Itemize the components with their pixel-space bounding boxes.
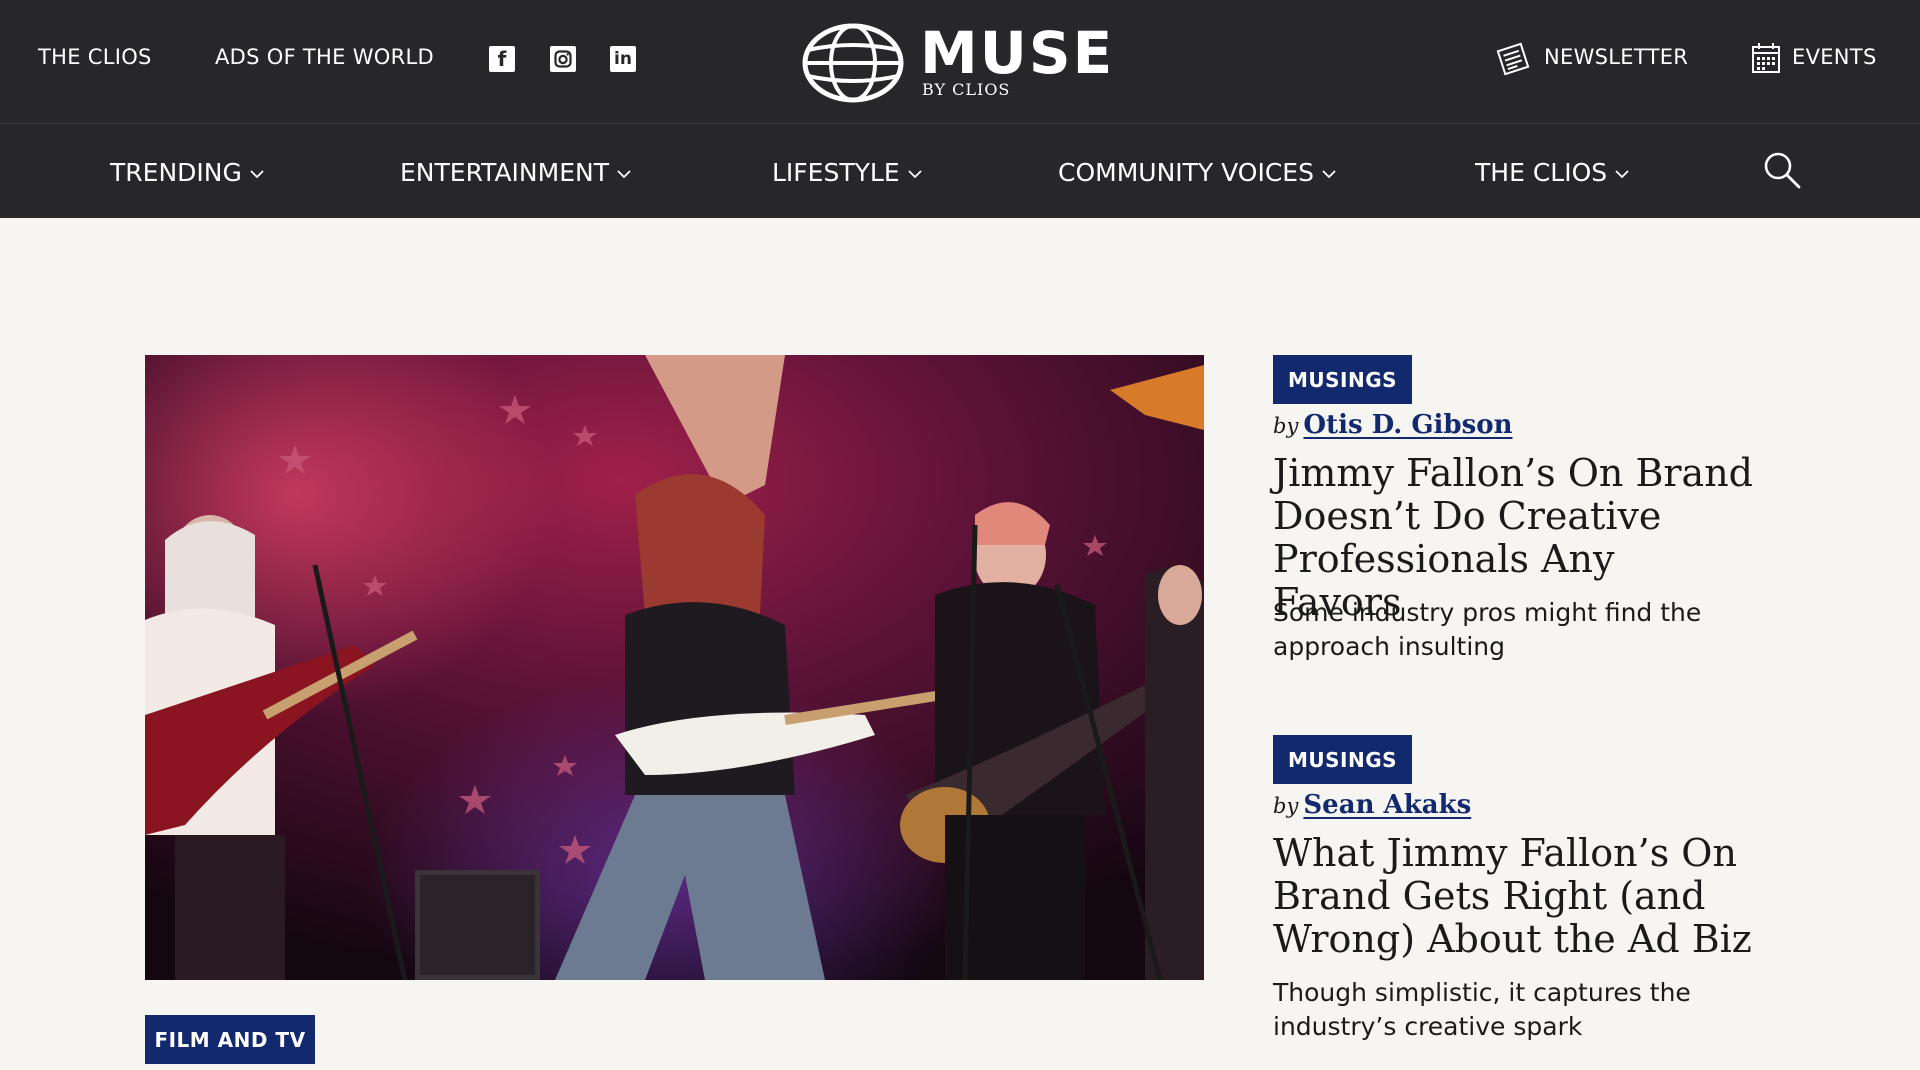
nav-item-label: ENTERTAINMENT — [400, 158, 609, 187]
chevron-down-icon — [1322, 169, 1336, 178]
chevron-down-icon — [250, 169, 264, 178]
nav-item-label: LIFESTYLE — [772, 158, 900, 187]
nav-item-entertainment[interactable]: ENTERTAINMENT — [400, 158, 631, 187]
article-2-tag[interactable]: MUSINGS — [1273, 735, 1412, 784]
article-1-dek: Some industry pros might find the approa… — [1273, 598, 1702, 661]
the-clios-link[interactable]: THE CLIOS — [38, 45, 152, 69]
article-2-headline[interactable]: What Jimmy Fallon’s On Brand Gets Right … — [1273, 832, 1753, 961]
article-2-byline: by Sean Akaks — [1273, 790, 1471, 820]
globe-logo-icon — [802, 23, 904, 103]
chevron-down-icon — [907, 169, 922, 178]
by-label: by — [1273, 794, 1299, 818]
concert-photo — [145, 355, 1204, 980]
ads-of-the-world-link[interactable]: ADS OF THE WORLD — [215, 45, 434, 69]
nav-item-trending[interactable]: TRENDING — [110, 158, 264, 187]
nav-item-label: COMMUNITY VOICES — [1058, 158, 1314, 187]
linkedin-icon[interactable]: in — [610, 46, 636, 72]
search-icon[interactable] — [1762, 150, 1802, 190]
muse-logo[interactable]: MUSE BY CLIOS — [802, 20, 1112, 104]
article-1-byline: by Otis D. Gibson — [1273, 410, 1513, 440]
nav-item-label: THE CLIOS — [1475, 158, 1608, 187]
calendar-icon[interactable] — [1751, 42, 1781, 74]
newspaper-icon[interactable] — [1495, 42, 1531, 76]
article-1-author-link[interactable]: Otis D. Gibson — [1303, 410, 1512, 440]
nav-item-lifestyle[interactable]: LIFESTYLE — [772, 158, 922, 187]
top-bar: THE CLIOS ADS OF THE WORLD f in MUSE BY … — [0, 0, 1920, 123]
nav-item-label: TRENDING — [110, 158, 242, 187]
chevron-down-icon — [617, 169, 631, 178]
events-link[interactable]: EVENTS — [1792, 45, 1877, 69]
chevron-down-icon — [1615, 169, 1629, 178]
article-2-author-link[interactable]: Sean Akaks — [1303, 790, 1471, 820]
logo-wordmark: MUSE — [920, 19, 1115, 87]
instagram-icon[interactable] — [550, 46, 576, 72]
nav-item-community-voices[interactable]: COMMUNITY VOICES — [1058, 158, 1336, 187]
nav-item-the-clios[interactable]: THE CLIOS — [1475, 158, 1629, 187]
by-label: by — [1273, 414, 1299, 438]
newsletter-link[interactable]: NEWSLETTER — [1544, 45, 1688, 69]
hero-image[interactable] — [145, 355, 1204, 980]
article-2-dek: Though simplistic, it captures the indus… — [1273, 978, 1691, 1041]
article-1-tag[interactable]: MUSINGS — [1273, 355, 1412, 404]
hero-category-tag[interactable]: FILM AND TV — [145, 1015, 315, 1064]
logo-subtitle: BY CLIOS — [922, 80, 1011, 99]
main-nav: TRENDING ENTERTAINMENT LIFESTYLE COMMUNI… — [0, 123, 1920, 218]
facebook-icon[interactable]: f — [489, 46, 515, 72]
